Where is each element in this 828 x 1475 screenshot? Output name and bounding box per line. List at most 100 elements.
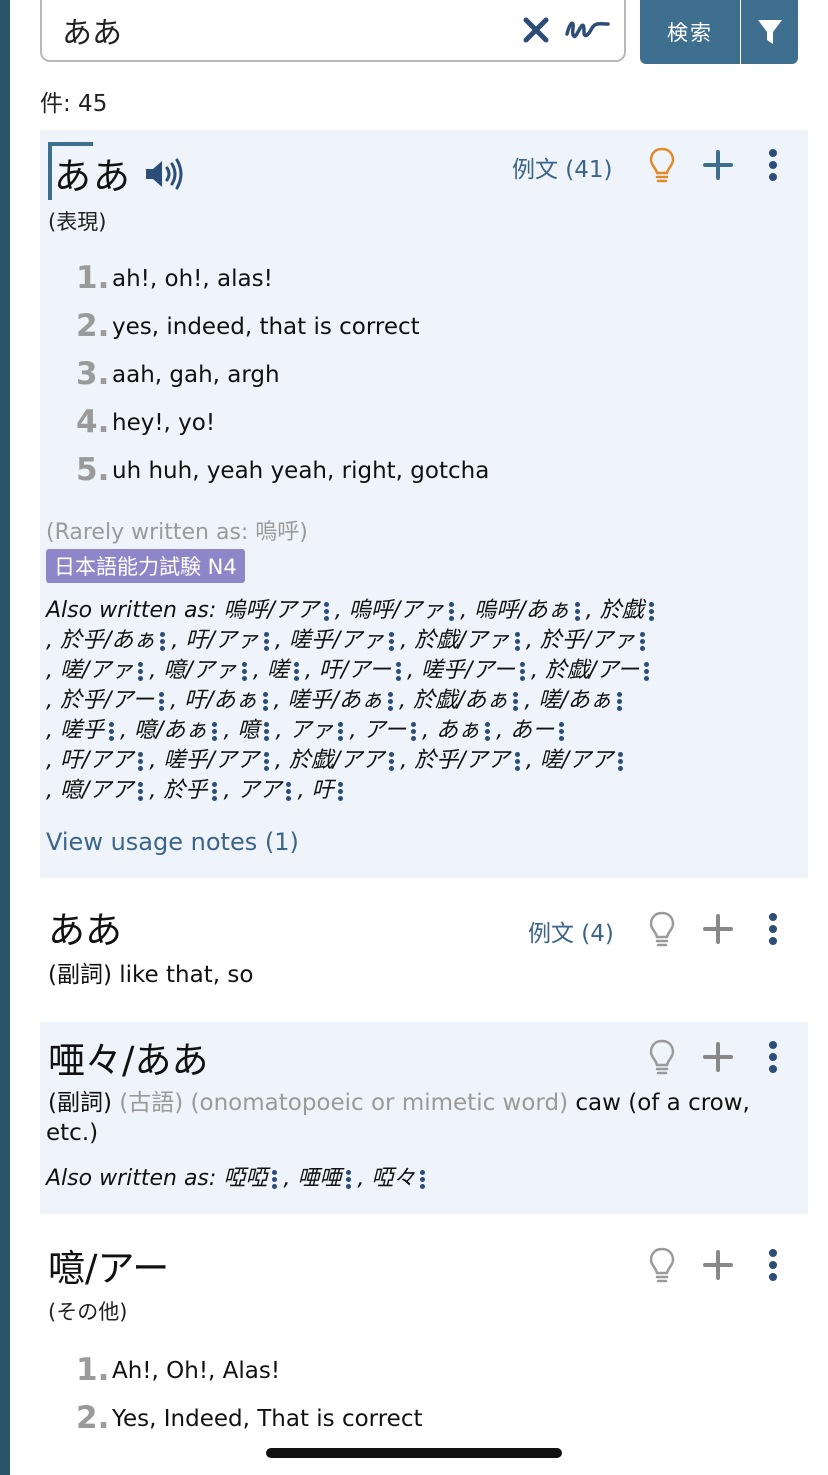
more-vertical-icon[interactable] bbox=[766, 1040, 780, 1074]
alternate-form[interactable]: 噫/アァ bbox=[163, 658, 236, 683]
form-menu-icon[interactable] bbox=[389, 750, 395, 773]
examples-link[interactable]: 例文 (41) bbox=[512, 150, 613, 184]
form-menu-icon[interactable] bbox=[212, 720, 218, 743]
form-menu-icon[interactable] bbox=[640, 630, 646, 653]
form-menu-icon[interactable] bbox=[559, 720, 565, 743]
lightbulb-icon[interactable] bbox=[648, 1246, 676, 1284]
lightbulb-icon[interactable] bbox=[648, 910, 676, 948]
alternate-form[interactable]: アー bbox=[363, 718, 406, 743]
search-input[interactable] bbox=[62, 8, 482, 52]
form-menu-icon[interactable] bbox=[212, 780, 218, 803]
form-menu-icon[interactable] bbox=[293, 660, 300, 683]
form-menu-icon[interactable] bbox=[485, 720, 491, 743]
alternate-form[interactable]: 唖唖 bbox=[297, 1166, 341, 1191]
alternate-form[interactable]: 於戯 bbox=[600, 598, 644, 623]
form-menu-icon[interactable] bbox=[138, 750, 144, 773]
alternate-form[interactable]: 嗟乎/アァ bbox=[289, 628, 384, 653]
alternate-form[interactable]: あー bbox=[510, 718, 554, 743]
form-menu-icon[interactable] bbox=[160, 630, 166, 653]
clear-icon[interactable] bbox=[522, 16, 550, 44]
alternate-form[interactable]: 吁/アー bbox=[319, 658, 391, 683]
form-menu-icon[interactable] bbox=[346, 1168, 352, 1191]
alternate-form[interactable]: 於戯/あぁ bbox=[413, 688, 508, 713]
alternate-form[interactable]: 嗟乎/アー bbox=[421, 658, 515, 683]
alternate-form[interactable]: 嗟 bbox=[267, 658, 289, 683]
form-menu-icon[interactable] bbox=[338, 780, 344, 803]
alternate-form[interactable]: 吁/アァ bbox=[185, 628, 258, 653]
form-menu-icon[interactable] bbox=[420, 1168, 426, 1191]
alternate-form[interactable]: アァ bbox=[289, 718, 333, 743]
alternate-form[interactable]: 嗟乎/あぁ bbox=[288, 688, 383, 713]
more-vertical-icon[interactable] bbox=[766, 912, 780, 946]
form-menu-icon[interactable] bbox=[263, 630, 270, 653]
form-menu-icon[interactable] bbox=[286, 780, 292, 803]
alternate-form[interactable]: 於乎/アァ bbox=[540, 628, 635, 653]
alternate-form[interactable]: 於乎/アア bbox=[414, 748, 509, 773]
search-button[interactable]: 検索 bbox=[640, 0, 740, 64]
alternate-form[interactable]: 嗟/アァ bbox=[60, 658, 133, 683]
alternate-form[interactable]: 嗟/あぁ bbox=[538, 688, 611, 713]
alternate-form[interactable]: 啞啞 bbox=[223, 1166, 267, 1191]
speaker-icon[interactable] bbox=[144, 158, 184, 190]
alternate-form[interactable]: 噫/あぁ bbox=[134, 718, 207, 743]
form-menu-icon[interactable] bbox=[514, 630, 521, 653]
alternate-form[interactable]: 嗟乎 bbox=[60, 718, 104, 743]
alternate-form[interactable]: 於戯/アア bbox=[289, 748, 384, 773]
alternate-form[interactable]: 吁/あぁ bbox=[184, 688, 257, 713]
alternate-form[interactable]: 嗟/アア bbox=[540, 748, 613, 773]
form-menu-icon[interactable] bbox=[138, 660, 144, 683]
alternate-form[interactable]: 嗚呼/アァ bbox=[349, 598, 444, 623]
form-menu-icon[interactable] bbox=[449, 600, 455, 623]
alternate-form[interactable]: 於戯/アァ bbox=[414, 628, 509, 653]
form-menu-icon[interactable] bbox=[138, 780, 144, 803]
plus-icon[interactable] bbox=[703, 150, 733, 180]
handwriting-icon[interactable] bbox=[564, 14, 610, 46]
form-menu-icon[interactable] bbox=[513, 690, 519, 713]
form-menu-icon[interactable] bbox=[241, 660, 248, 683]
form-menu-icon[interactable] bbox=[264, 720, 270, 743]
form-menu-icon[interactable] bbox=[514, 750, 521, 773]
alternate-form[interactable]: あぁ bbox=[436, 718, 480, 743]
filter-button[interactable] bbox=[741, 0, 798, 64]
plus-icon[interactable] bbox=[703, 1042, 733, 1072]
form-menu-icon[interactable] bbox=[648, 600, 655, 623]
form-menu-icon[interactable] bbox=[520, 660, 526, 683]
form-menu-icon[interactable] bbox=[618, 750, 624, 773]
form-menu-icon[interactable] bbox=[263, 750, 270, 773]
form-menu-icon[interactable] bbox=[389, 630, 395, 653]
form-menu-icon[interactable] bbox=[159, 690, 165, 713]
form-menu-icon[interactable] bbox=[109, 720, 115, 743]
form-menu-icon[interactable] bbox=[338, 720, 344, 743]
alternate-form[interactable]: 嗚呼/あぁ bbox=[474, 598, 569, 623]
plus-icon[interactable] bbox=[703, 914, 733, 944]
examples-link[interactable]: 例文 (4) bbox=[528, 914, 614, 948]
alternate-form[interactable]: 嗚呼/アア bbox=[223, 598, 318, 623]
form-menu-icon[interactable] bbox=[411, 720, 417, 743]
form-menu-icon[interactable] bbox=[323, 600, 330, 623]
form-menu-icon[interactable] bbox=[616, 690, 623, 713]
alternate-form[interactable]: 於乎/あぁ bbox=[60, 628, 155, 653]
form-menu-icon[interactable] bbox=[387, 690, 394, 713]
form-menu-icon[interactable] bbox=[574, 600, 581, 623]
plus-icon[interactable] bbox=[703, 1250, 733, 1280]
form-menu-icon[interactable] bbox=[395, 660, 402, 683]
lightbulb-icon[interactable] bbox=[648, 1038, 676, 1076]
view-usage-notes-link[interactable]: View usage notes (1) bbox=[46, 828, 299, 856]
alternate-form[interactable]: 於乎/アー bbox=[60, 688, 154, 713]
form-menu-icon[interactable] bbox=[262, 690, 269, 713]
form-menu-icon[interactable] bbox=[272, 1168, 278, 1191]
form-menu-icon[interactable] bbox=[644, 660, 650, 683]
alternate-form[interactable]: 於戯/アー bbox=[545, 658, 639, 683]
more-vertical-icon[interactable] bbox=[766, 148, 780, 182]
lightbulb-icon[interactable] bbox=[648, 146, 676, 184]
alternate-form[interactable]: アア bbox=[237, 778, 281, 803]
alternate-form[interactable]: 噫 bbox=[237, 718, 259, 743]
alternate-form[interactable]: 於乎 bbox=[163, 778, 207, 803]
alternate-form[interactable]: 啞々 bbox=[371, 1166, 415, 1191]
alternate-form[interactable]: 吁 bbox=[311, 778, 333, 803]
alternate-form[interactable]: 嗟乎/アア bbox=[163, 748, 258, 773]
more-vertical-icon[interactable] bbox=[766, 1248, 780, 1282]
alternate-form[interactable]: 噫/アア bbox=[60, 778, 133, 803]
sense-text: hey!, yo! bbox=[112, 410, 216, 436]
alternate-form[interactable]: 吁/アア bbox=[60, 748, 133, 773]
